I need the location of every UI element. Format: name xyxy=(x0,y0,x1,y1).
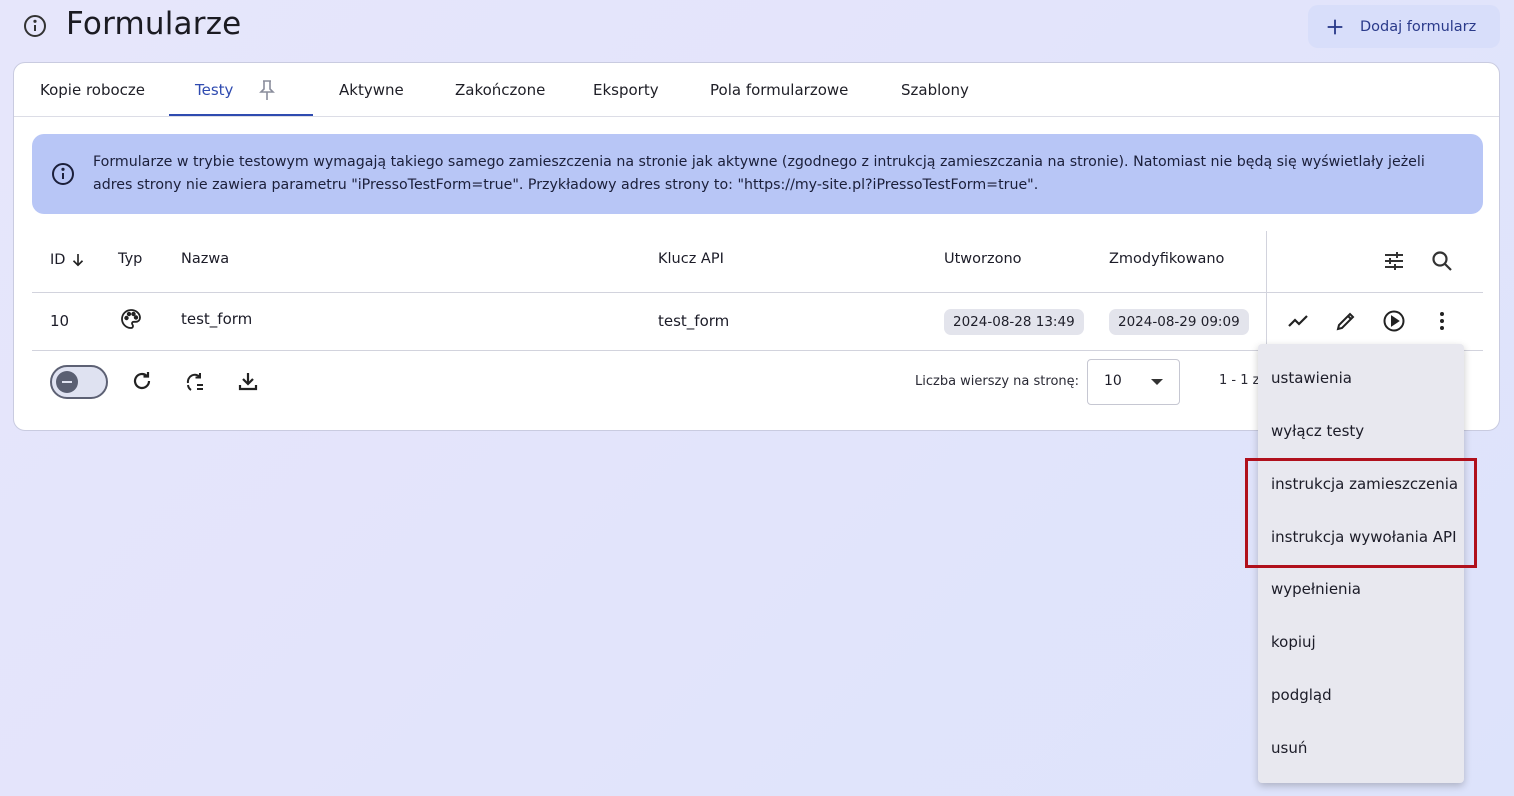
menu-item-submissions[interactable]: wypełnienia xyxy=(1258,562,1464,615)
column-settings-button[interactable] xyxy=(1380,247,1408,275)
header-divider xyxy=(32,292,1483,293)
search-icon xyxy=(1432,251,1452,271)
palette-icon xyxy=(121,309,141,329)
page-title: Formularze xyxy=(66,6,242,42)
column-header-modified[interactable]: Zmodyfikowano xyxy=(1109,251,1224,267)
tune-icon xyxy=(1385,252,1403,270)
tab-exports[interactable]: Eksporty xyxy=(593,63,659,117)
cell-created-chip: 2024-08-28 13:49 xyxy=(944,309,1084,335)
download-button[interactable] xyxy=(234,367,262,395)
tab-tests[interactable]: Testy xyxy=(195,63,233,117)
add-form-button-label: Dodaj formularz xyxy=(1360,18,1477,35)
toggle-knob xyxy=(56,371,78,393)
caret-down-icon xyxy=(1151,379,1163,385)
row-context-menu: ustawienia wyłącz testy instrukcja zamie… xyxy=(1258,344,1464,783)
tab-bar: Kopie robocze Testy Aktywne Zakończone E… xyxy=(14,63,1499,117)
tab-drafts[interactable]: Kopie robocze xyxy=(40,63,145,117)
column-header-created[interactable]: Utworzono xyxy=(944,251,1022,267)
play-button[interactable] xyxy=(1380,307,1408,335)
column-header-id-label: ID xyxy=(50,252,66,268)
rows-per-page-value: 10 xyxy=(1104,373,1122,389)
column-header-name[interactable]: Nazwa xyxy=(181,251,229,267)
menu-item-disable-tests[interactable]: wyłącz testy xyxy=(1258,404,1464,457)
banner-text: Formularze w trybie testowym wymagają ta… xyxy=(93,154,1425,193)
rows-per-page-select[interactable]: 10 xyxy=(1087,359,1180,405)
column-header-type[interactable]: Typ xyxy=(118,251,142,267)
column-divider xyxy=(1266,231,1267,351)
column-header-id[interactable]: ID xyxy=(50,251,87,269)
menu-item-copy[interactable]: kopiuj xyxy=(1258,615,1464,668)
info-banner: Formularze w trybie testowym wymagają ta… xyxy=(32,134,1483,214)
add-form-button[interactable]: Dodaj formularz xyxy=(1308,5,1500,48)
tab-finished[interactable]: Zakończone xyxy=(455,63,545,117)
menu-item-preview[interactable]: podgląd xyxy=(1258,668,1464,721)
pencil-icon xyxy=(1336,312,1355,331)
menu-item-delete[interactable]: usuń xyxy=(1258,721,1464,774)
search-button[interactable] xyxy=(1428,247,1456,275)
more-actions-button[interactable] xyxy=(1428,307,1456,335)
edit-button[interactable] xyxy=(1332,307,1360,335)
cell-id: 10 xyxy=(50,312,70,330)
more-vertical-icon xyxy=(1440,312,1444,330)
tab-form-fields[interactable]: Pola formularzowe xyxy=(710,63,848,117)
info-icon xyxy=(52,163,74,185)
download-icon xyxy=(238,373,258,391)
auto-refresh-button[interactable] xyxy=(181,368,209,396)
pin-icon[interactable] xyxy=(257,79,277,101)
cell-api-key: test_form xyxy=(658,312,730,330)
tab-active[interactable]: Aktywne xyxy=(339,63,404,117)
menu-item-embed-instructions[interactable]: instrukcja zamieszczenia xyxy=(1258,457,1464,510)
menu-item-settings[interactable]: ustawienia xyxy=(1258,351,1464,404)
column-header-api-key[interactable]: Klucz API xyxy=(658,251,724,267)
cell-modified-chip: 2024-08-29 09:09 xyxy=(1109,309,1249,335)
info-icon[interactable] xyxy=(23,14,47,38)
plus-icon xyxy=(1327,19,1343,34)
play-circle-icon xyxy=(1383,310,1405,332)
statistics-button[interactable] xyxy=(1284,307,1312,335)
sync-icon xyxy=(186,373,203,391)
trending-icon xyxy=(1288,315,1308,327)
tab-templates[interactable]: Szablony xyxy=(901,63,969,117)
refresh-icon xyxy=(133,372,151,390)
arrow-down-icon xyxy=(73,254,84,267)
refresh-button[interactable] xyxy=(128,367,156,395)
active-tab-indicator xyxy=(169,114,313,116)
page-header: Formularze Dodaj formularz xyxy=(0,0,1514,56)
menu-item-api-instructions[interactable]: instrukcja wywołania API xyxy=(1258,510,1464,563)
rows-per-page-label: Liczba wierszy na stronę: xyxy=(915,374,1080,389)
toggle-switch[interactable] xyxy=(50,365,108,399)
cell-name[interactable]: test_form xyxy=(181,310,252,328)
pagination-text: 1 - 1 z 1 xyxy=(1219,373,1263,388)
